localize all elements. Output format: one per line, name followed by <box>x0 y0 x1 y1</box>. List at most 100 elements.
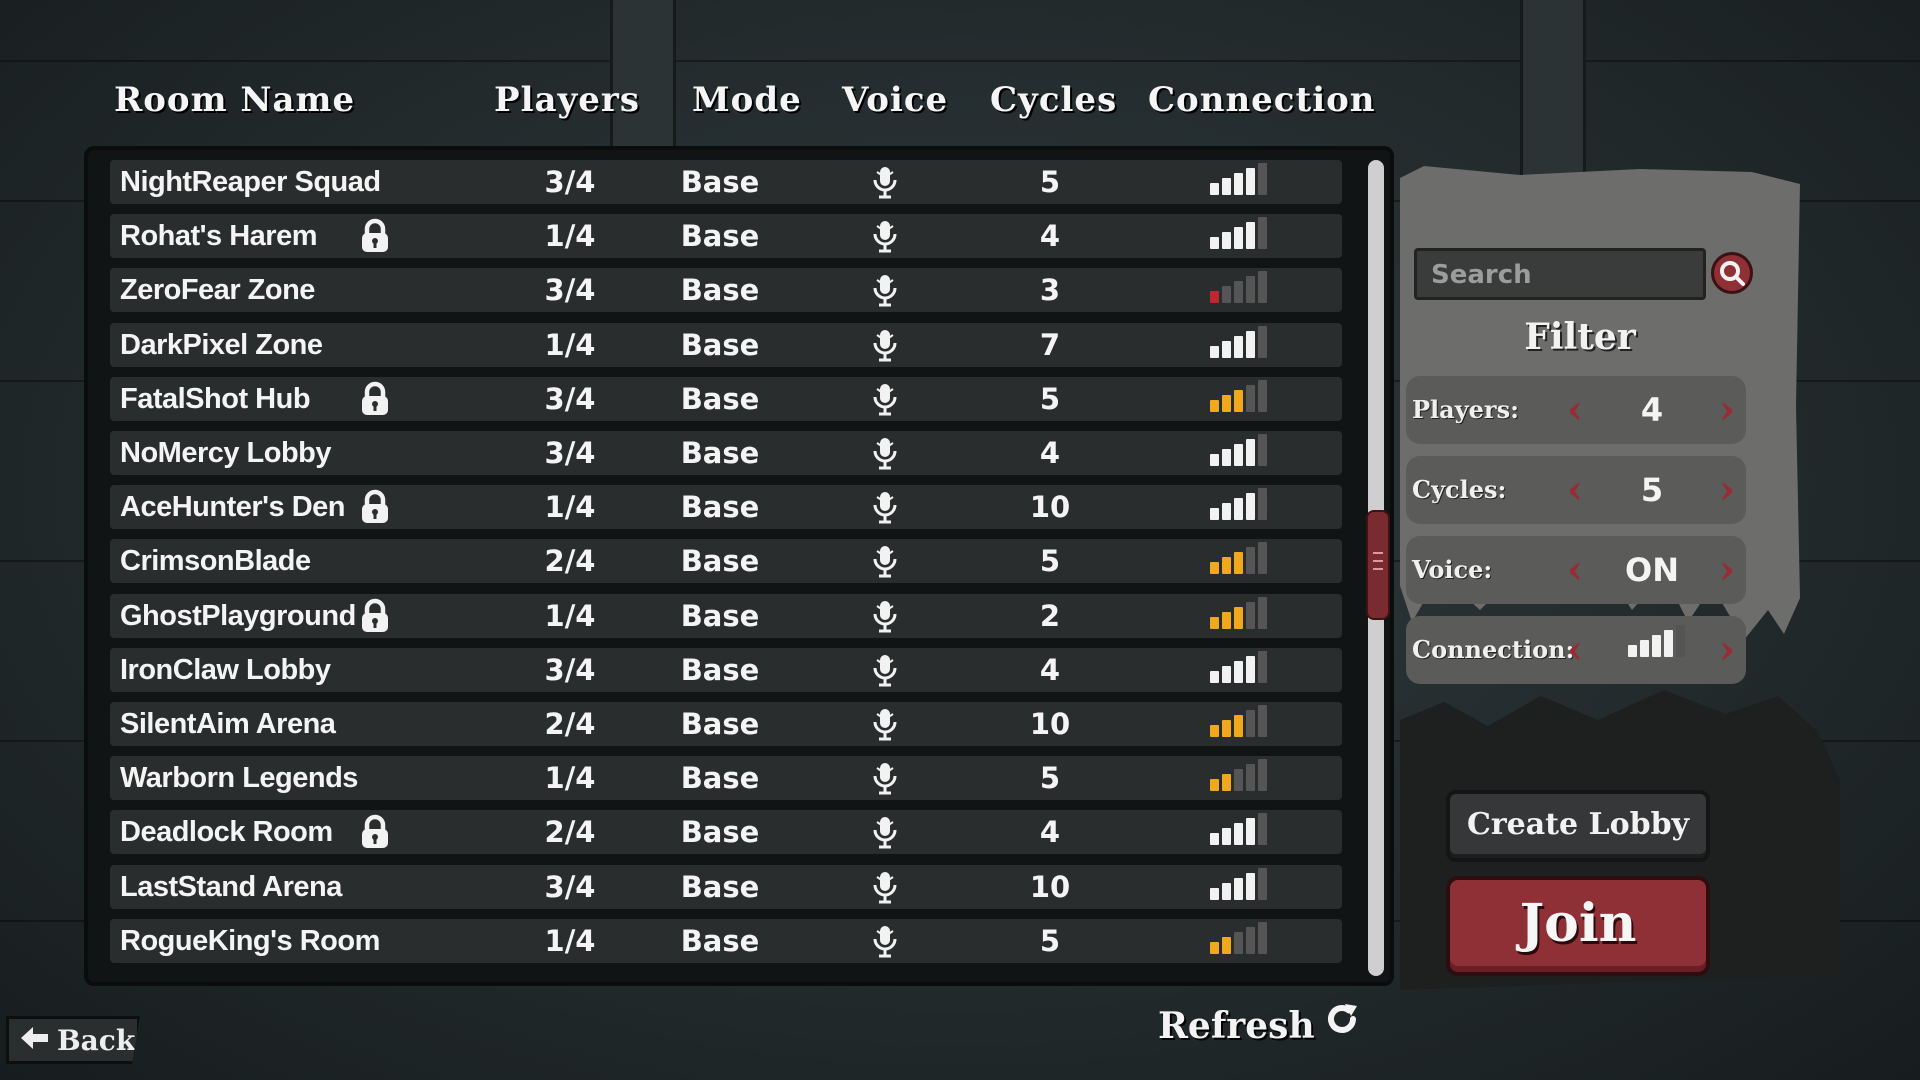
search-input[interactable] <box>1429 251 1693 299</box>
room-cycles: 5 <box>1039 761 1061 796</box>
filter-connection-label: Connection: <box>1412 635 1575 664</box>
signal-bar <box>1222 340 1231 358</box>
microphone-icon <box>870 702 910 746</box>
table-row[interactable]: NightReaper Squad 3/4 Base 5 <box>110 160 1342 204</box>
table-row[interactable]: RogueKing's Room 1/4 Base 5 <box>110 918 1342 963</box>
signal-bar <box>1210 941 1219 954</box>
signal-bar <box>1246 276 1255 304</box>
signal-bar <box>1258 813 1267 846</box>
room-mode: Base <box>680 273 760 308</box>
table-row[interactable]: GhostPlayground 1/4 Base 2 <box>110 593 1342 638</box>
table-row[interactable]: IronClaw Lobby 3/4 Base 4 <box>110 647 1342 692</box>
signal-bar <box>1210 183 1219 195</box>
players-prev-arrow-icon[interactable]: ‹ <box>1564 390 1586 430</box>
room-list-panel: NightReaper Squad 3/4 Base 5 Rohat's Harem 1/… <box>88 150 1390 982</box>
signal-bar <box>1246 547 1255 575</box>
lock-icon <box>358 377 392 421</box>
room-cycles: 10 <box>1029 490 1071 525</box>
signal-bar <box>1652 635 1661 657</box>
room-name: Warborn Legends <box>120 762 358 795</box>
back-label: Back <box>57 1023 136 1057</box>
signal-bar <box>1210 887 1219 900</box>
room-players: 1/4 <box>544 219 596 254</box>
connection-prev-arrow-icon[interactable]: ‹ <box>1564 630 1586 670</box>
table-row[interactable]: LastStand Arena 3/4 Base 10 <box>110 864 1342 909</box>
signal-bar <box>1210 399 1219 412</box>
signal-icon <box>1210 919 1280 963</box>
back-button[interactable]: Back <box>6 1016 140 1064</box>
room-cycles: 5 <box>1039 923 1061 958</box>
room-players: 1/4 <box>544 761 596 796</box>
room-name: ZeroFear Zone <box>120 274 315 307</box>
table-row[interactable]: DarkPixel Zone 1/4 Base 7 <box>110 322 1342 367</box>
table-row[interactable]: ZeroFear Zone 3/4 Base 3 <box>110 268 1342 313</box>
scrollbar-thumb[interactable] <box>1366 510 1390 620</box>
search-button[interactable] <box>1711 252 1753 294</box>
room-mode: Base <box>680 652 760 687</box>
signal-bar <box>1234 715 1243 737</box>
create-lobby-button[interactable]: Create Lobby <box>1446 790 1710 862</box>
cycles-prev-arrow-icon[interactable]: ‹ <box>1564 470 1586 510</box>
room-players: 3/4 <box>544 652 596 687</box>
signal-bar <box>1246 764 1255 792</box>
signal-bar <box>1222 665 1231 683</box>
room-cycles: 10 <box>1029 869 1071 904</box>
signal-bar <box>1246 384 1255 412</box>
signal-bar <box>1210 345 1219 358</box>
table-row[interactable]: Warborn Legends 1/4 Base 5 <box>110 756 1342 801</box>
signal-bar <box>1640 640 1649 657</box>
signal-icon <box>1210 485 1280 529</box>
signal-bar <box>1258 650 1267 683</box>
room-cycles: 4 <box>1039 815 1061 850</box>
room-players: 3/4 <box>544 869 596 904</box>
header-room-name: Room Name <box>114 80 356 120</box>
room-name: IronClaw Lobby <box>120 653 331 686</box>
signal-bar <box>1210 779 1219 792</box>
join-button[interactable]: Join <box>1446 876 1710 976</box>
room-cycles: 2 <box>1039 598 1061 633</box>
signal-bar <box>1234 173 1243 195</box>
signal-bar <box>1222 557 1231 575</box>
microphone-icon <box>870 539 910 583</box>
table-row[interactable]: CrimsonBlade 2/4 Base 5 <box>110 539 1342 584</box>
cycles-next-arrow-icon[interactable]: › <box>1716 470 1738 510</box>
signal-bar <box>1676 625 1685 657</box>
table-row[interactable]: Deadlock Room 2/4 Base 4 <box>110 810 1342 855</box>
table-row[interactable]: FatalShot Hub 3/4 Base 5 <box>110 376 1342 421</box>
signal-bar <box>1664 630 1673 657</box>
filter-cycles-value: 5 <box>1640 471 1664 509</box>
room-name: CrimsonBlade <box>120 545 311 578</box>
filter-players: Players: ‹ 4 › <box>1406 376 1746 444</box>
table-row[interactable]: SilentAim Arena 2/4 Base 10 <box>110 702 1342 746</box>
signal-bar <box>1210 291 1219 304</box>
signal-bar <box>1258 759 1267 792</box>
search-icon <box>1714 261 1750 295</box>
filter-connection: Connection: ‹ › <box>1406 616 1746 684</box>
room-cycles: 3 <box>1039 273 1061 308</box>
signal-icon <box>1210 702 1280 746</box>
signal-bar <box>1246 601 1255 629</box>
signal-icon <box>1210 160 1280 204</box>
signal-bar <box>1258 596 1267 629</box>
table-row[interactable]: NoMercy Lobby 3/4 Base 4 <box>110 431 1342 475</box>
room-players: 3/4 <box>544 381 596 416</box>
connection-next-arrow-icon[interactable]: › <box>1716 630 1738 670</box>
signal-bar <box>1222 828 1231 846</box>
table-row[interactable]: AceHunter's Den 1/4 Base 10 <box>110 485 1342 530</box>
room-name: SilentAim Arena <box>120 708 336 740</box>
microphone-icon <box>870 756 910 800</box>
room-cycles: 5 <box>1039 165 1061 199</box>
signal-bar <box>1258 217 1267 250</box>
signal-bar <box>1222 449 1231 466</box>
table-row[interactable]: Rohat's Harem 1/4 Base 4 <box>110 214 1342 259</box>
voice-next-arrow-icon[interactable]: › <box>1716 550 1738 590</box>
room-players: 1/4 <box>544 923 596 958</box>
voice-prev-arrow-icon[interactable]: ‹ <box>1564 550 1586 590</box>
signal-bar <box>1258 163 1267 195</box>
players-next-arrow-icon[interactable]: › <box>1716 390 1738 430</box>
microphone-icon <box>870 431 910 475</box>
filter-players-value: 4 <box>1640 391 1664 429</box>
arrow-left-icon <box>21 1024 49 1057</box>
refresh-button[interactable]: Refresh <box>1158 998 1361 1054</box>
room-players: 1/4 <box>544 598 596 633</box>
